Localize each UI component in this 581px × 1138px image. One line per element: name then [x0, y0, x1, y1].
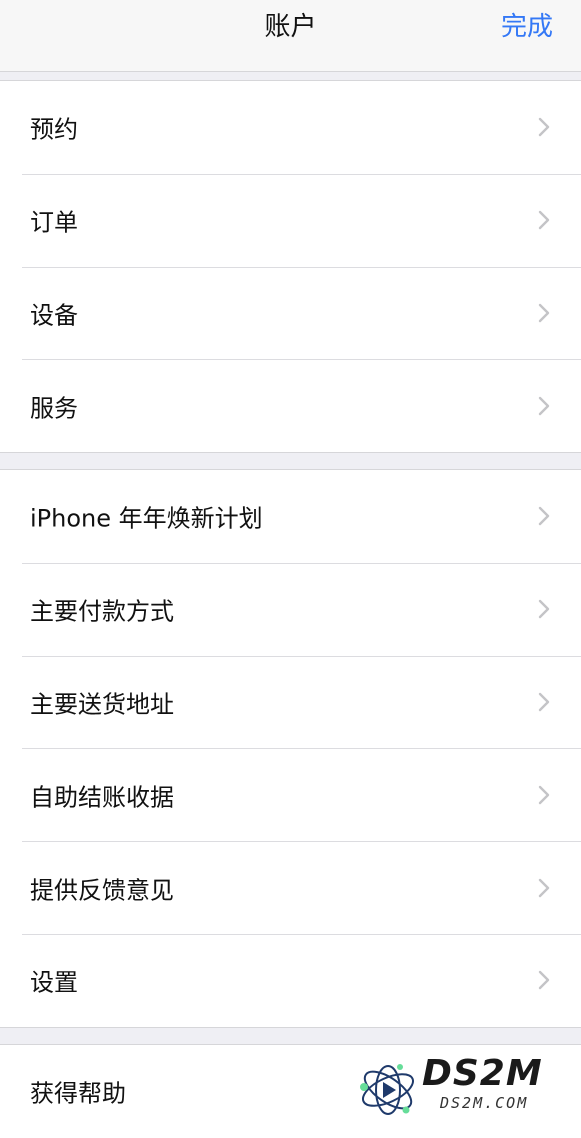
chevron-right-icon — [533, 116, 555, 138]
row-label: 预约 — [30, 115, 78, 144]
account-group-settings: iPhone 年年焕新计划 主要付款方式 主要送货地址 自助结账收据 提供反馈意… — [0, 469, 581, 1028]
watermark: DS2M DS2M.COM — [358, 1054, 568, 1120]
row-devices[interactable]: 设备 — [0, 266, 581, 360]
chevron-right-icon — [533, 969, 555, 991]
row-feedback[interactable]: 提供反馈意见 — [0, 841, 581, 934]
row-label: 服务 — [30, 394, 78, 423]
row-iphone-upgrade-program[interactable]: iPhone 年年焕新计划 — [0, 470, 581, 563]
row-label: 设置 — [30, 968, 78, 997]
chevron-right-icon — [533, 877, 555, 899]
navigation-bar: 账户 完成 — [0, 0, 581, 72]
row-label: 主要送货地址 — [30, 690, 174, 719]
row-appointments[interactable]: 预约 — [0, 81, 581, 174]
row-label: 提供反馈意见 — [30, 876, 174, 905]
row-label: 获得帮助 — [30, 1079, 126, 1108]
row-label: 主要付款方式 — [30, 597, 174, 626]
row-orders[interactable]: 订单 — [0, 173, 581, 267]
chevron-right-icon — [533, 784, 555, 806]
chevron-right-icon — [533, 302, 555, 324]
row-label: 设备 — [30, 301, 78, 330]
row-services[interactable]: 服务 — [0, 359, 581, 452]
row-self-checkout-receipts[interactable]: 自助结账收据 — [0, 748, 581, 841]
account-group-primary: 预约 订单 设备 服务 — [0, 80, 581, 454]
row-label: 自助结账收据 — [30, 783, 174, 812]
chevron-right-icon — [533, 598, 555, 620]
chevron-right-icon — [533, 209, 555, 231]
watermark-brand: DS2M — [422, 1053, 543, 1094]
chevron-right-icon — [533, 691, 555, 713]
done-button[interactable]: 完成 — [501, 10, 553, 44]
page-title: 账户 — [264, 12, 317, 42]
row-label: 订单 — [30, 208, 78, 237]
atom-logo-icon — [360, 1064, 414, 1115]
watermark-domain: DS2M.COM — [440, 1094, 529, 1112]
row-payment-method[interactable]: 主要付款方式 — [0, 562, 581, 656]
row-settings[interactable]: 设置 — [0, 933, 581, 1027]
row-label: iPhone 年年焕新计划 — [30, 504, 263, 533]
row-shipping-address[interactable]: 主要送货地址 — [0, 655, 581, 749]
chevron-right-icon — [533, 395, 555, 417]
chevron-right-icon — [533, 505, 555, 527]
